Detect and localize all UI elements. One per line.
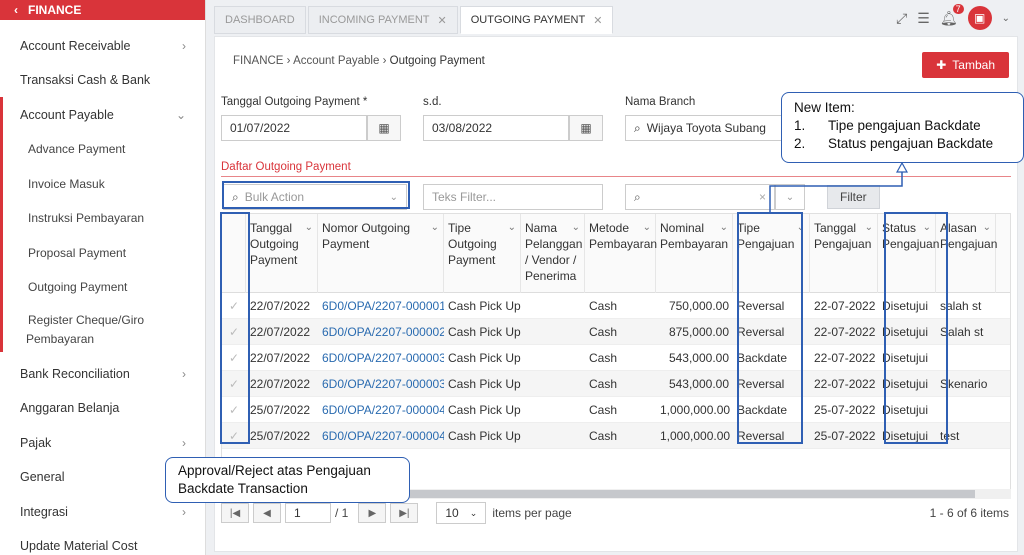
new-item-callout: New Item: 1. Tipe pengajuan Backdate 2. St… — [781, 92, 1024, 163]
callout-title: New Item: — [794, 100, 855, 115]
callout-line: Approval/Reject atas Pengajuan — [178, 463, 371, 478]
callout-num: 2. — [794, 136, 806, 151]
callout-line: Status pengajuan Backdate — [828, 136, 994, 151]
callout-line: Backdate Transaction — [178, 481, 308, 496]
callout-line: Tipe pengajuan Backdate — [828, 118, 981, 133]
annotation-arrow — [769, 161, 909, 212]
callout-num: 1. — [794, 118, 806, 133]
approval-callout: Approval/Reject atas Pengajuan Backdate … — [165, 457, 410, 503]
